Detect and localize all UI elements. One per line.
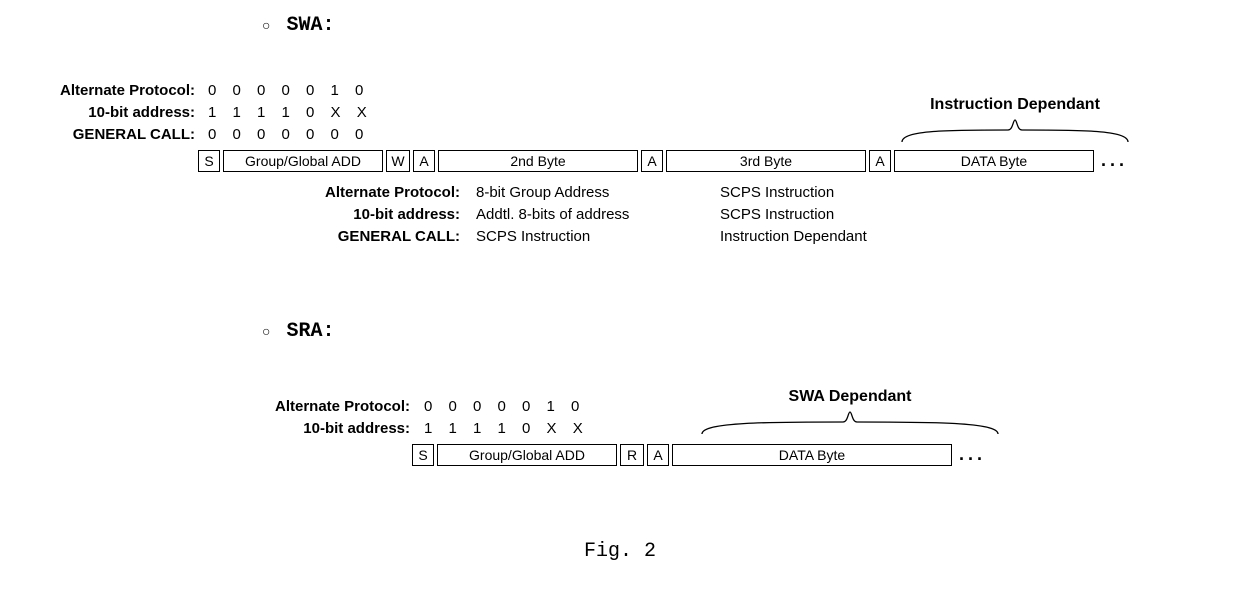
sra-upper-bits-1: 1 1 1 1 0 X X (424, 420, 589, 437)
swa-brace: Instruction Dependant (900, 96, 1130, 144)
swa-a1: A (413, 150, 435, 172)
sra-upper-bits-0: 0 0 0 0 0 1 0 (424, 398, 585, 415)
swa-lower-label-1: 10-bit address: (260, 204, 460, 226)
figure-caption: Fig. 2 (0, 540, 1240, 563)
swa-upper-bits-2: 0 0 0 0 0 0 0 (208, 126, 369, 143)
swa-upper-label-2: GENERAL CALL: (0, 126, 195, 143)
swa-byte3: 3rd Byte (666, 150, 866, 172)
swa-lower-col3-2: Instruction Dependant (720, 226, 867, 248)
sra-brace-label: SWA Dependant (700, 388, 1000, 406)
sra-brace: SWA Dependant (700, 388, 1000, 436)
sra-heading: ○ SRA: (262, 320, 334, 343)
swa-lower-label-0: Alternate Protocol: (260, 182, 460, 204)
sra-upper-label-0: Alternate Protocol: (130, 398, 410, 415)
sra-dots: ... (955, 444, 986, 466)
swa-w: W (386, 150, 410, 172)
swa-a3: A (869, 150, 891, 172)
swa-lower-col2-0: 8-bit Group Address (476, 182, 629, 204)
swa-lower-col3-1: SCPS Instruction (720, 204, 867, 226)
swa-upper-bits-0: 0 0 0 0 0 1 0 (208, 82, 369, 99)
swa-lower-col2: 8-bit Group Address Addtl. 8-bits of add… (476, 182, 629, 248)
sra-group: Group/Global ADD (437, 444, 617, 466)
bullet-icon: ○ (262, 323, 270, 339)
swa-dots: ... (1097, 150, 1128, 172)
swa-lower-col2-1: Addtl. 8-bits of address (476, 204, 629, 226)
swa-byte2: 2nd Byte (438, 150, 638, 172)
bullet-icon: ○ (262, 17, 270, 33)
swa-frame: S Group/Global ADD W A 2nd Byte A 3rd By… (198, 150, 1128, 172)
sra-s: S (412, 444, 434, 466)
swa-s: S (198, 150, 220, 172)
brace-icon (700, 408, 1000, 436)
swa-lower-col3: SCPS Instruction SCPS Instruction Instru… (720, 182, 867, 248)
swa-upper-label-0: Alternate Protocol: (0, 82, 195, 99)
sra-upper-label-1: 10-bit address: (130, 420, 410, 437)
swa-group: Group/Global ADD (223, 150, 383, 172)
swa-upper-label-1: 10-bit address: (0, 104, 195, 121)
swa-a2: A (641, 150, 663, 172)
swa-lower-label-2: GENERAL CALL: (260, 226, 460, 248)
swa-lower-col3-0: SCPS Instruction (720, 182, 867, 204)
sra-heading-text: SRA: (286, 320, 334, 343)
sra-data: DATA Byte (672, 444, 952, 466)
swa-upper-bits-1: 1 1 1 1 0 X X (208, 104, 373, 121)
sra-a: A (647, 444, 669, 466)
swa-brace-label: Instruction Dependant (900, 96, 1130, 114)
swa-lower-labels: Alternate Protocol: 10-bit address: GENE… (260, 182, 460, 248)
swa-lower-col2-2: SCPS Instruction (476, 226, 629, 248)
sra-frame: S Group/Global ADD R A DATA Byte ... (412, 444, 986, 466)
sra-r: R (620, 444, 644, 466)
swa-heading-text: SWA: (286, 14, 334, 37)
swa-heading: ○ SWA: (262, 14, 334, 37)
swa-data: DATA Byte (894, 150, 1094, 172)
brace-icon (900, 116, 1130, 144)
